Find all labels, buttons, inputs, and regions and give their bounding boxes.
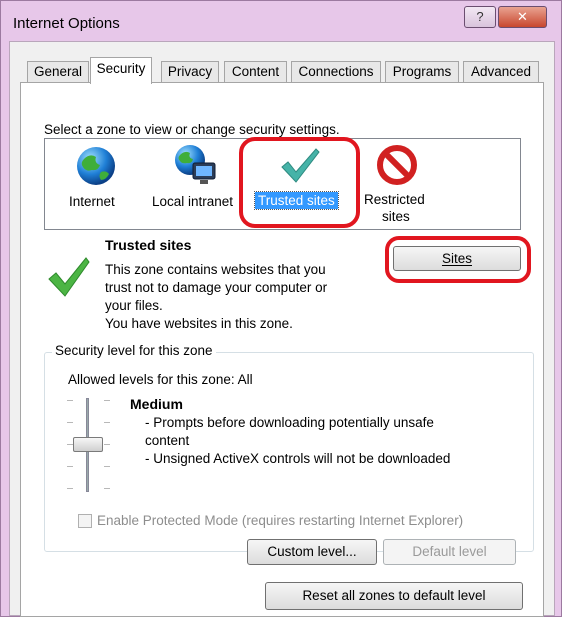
default-level-button[interactable]: Default level [383,539,516,565]
no-entry-icon [377,145,417,185]
tab-general[interactable]: General [27,61,89,83]
tab-content[interactable]: Content [224,61,287,83]
zone-restricted-label-2: sites [382,209,410,224]
trusted-check-icon [48,257,90,297]
tab-security[interactable]: Security [90,57,152,84]
zone-info-line-1: This zone contains websites that you [105,262,326,277]
tab-programs[interactable]: Programs [385,61,459,83]
allowed-levels-text: Allowed levels for this zone: All [68,372,253,387]
zone-prompt: Select a zone to view or change security… [44,122,340,137]
zone-restricted-sites[interactable]: Restricted sites [353,139,453,229]
protected-mode-checkbox[interactable] [78,514,92,528]
globe-icon [77,147,115,185]
reset-all-zones-button[interactable]: Reset all zones to default level [265,582,523,610]
slider-tick [67,488,73,489]
slider-tick [104,488,110,489]
zone-info-title: Trusted sites [105,237,192,253]
slider-tick [67,400,73,401]
security-slider-thumb[interactable] [73,437,103,452]
zone-trusted-sites-label: Trusted sites [254,191,339,210]
tab-advanced[interactable]: Advanced [463,61,539,83]
security-level-legend: Security level for this zone [52,343,216,358]
zone-internet-label: Internet [69,194,115,209]
slider-tick [104,400,110,401]
slider-tick [104,444,110,445]
sites-button[interactable]: Sites [393,246,521,271]
zone-internet[interactable]: Internet [45,139,145,229]
slider-tick [104,422,110,423]
protected-mode-label: Enable Protected Mode (requires restarti… [97,513,464,528]
slider-tick [67,422,73,423]
intranet-icon [175,145,216,184]
level-name: Medium [130,396,183,412]
zone-info-line-4: You have websites in this zone. [105,316,293,331]
window-title: Internet Options [13,15,120,32]
level-bullet-2: - Unsigned ActiveX controls will not be … [145,451,451,466]
tab-connections[interactable]: Connections [291,61,381,83]
zone-local-intranet[interactable]: Local intranet [148,139,248,229]
slider-tick [67,466,73,467]
zone-local-intranet-label: Local intranet [152,194,234,209]
zone-restricted-label-1: Restricted [364,192,425,207]
slider-tick [104,466,110,467]
level-bullet-1: - Prompts before downloading potentially… [145,415,434,430]
tab-privacy[interactable]: Privacy [161,61,219,83]
close-button[interactable]: ✕ [498,6,547,28]
checkmark-icon [281,148,320,183]
zone-trusted-sites[interactable]: Trusted sites [250,139,350,229]
zone-info-line-2: trust not to damage your computer or [105,280,328,295]
custom-level-button[interactable]: Custom level... [247,539,377,565]
zone-list: Internet Local intranet Trusted sites Re… [44,138,521,230]
zone-info-line-3: your files. [105,298,163,313]
help-button[interactable]: ? [464,6,496,28]
level-bullet-1-cont: content [145,433,190,448]
sites-button-label: Sites [441,251,472,266]
